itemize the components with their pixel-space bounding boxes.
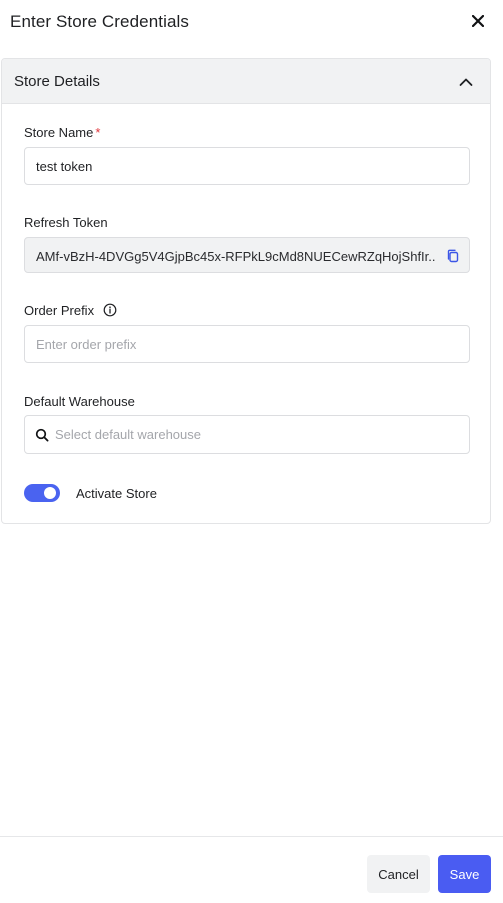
warehouse-search-input[interactable] bbox=[55, 416, 465, 453]
store-details-section: Store Details Store Name* Refresh Token … bbox=[1, 58, 491, 524]
info-icon[interactable] bbox=[103, 303, 117, 317]
store-name-input[interactable] bbox=[24, 147, 470, 185]
default-warehouse-label: Default Warehouse bbox=[24, 394, 135, 409]
refresh-token-value: AMf-vBzH-4DVGg5V4GjpBc45x-RFPkL9cMd8NUEC… bbox=[36, 249, 436, 264]
refresh-token-field: AMf-vBzH-4DVGg5V4GjpBc45x-RFPkL9cMd8NUEC… bbox=[24, 237, 470, 273]
required-marker: * bbox=[95, 125, 101, 140]
save-button[interactable]: Save bbox=[438, 855, 491, 893]
store-details-header[interactable]: Store Details bbox=[2, 59, 490, 104]
footer-divider bbox=[0, 836, 503, 837]
cancel-button[interactable]: Cancel bbox=[367, 855, 430, 893]
order-prefix-label: Order Prefix bbox=[24, 303, 95, 318]
toggle-knob bbox=[44, 487, 56, 499]
store-credentials-drawer: Enter Store Credentials Store Details St… bbox=[0, 0, 503, 903]
activate-store-label: Activate Store bbox=[76, 486, 157, 501]
order-prefix-input[interactable] bbox=[24, 325, 470, 363]
search-icon bbox=[35, 428, 49, 442]
activate-store-toggle[interactable] bbox=[24, 484, 60, 502]
drawer-title: Enter Store Credentials bbox=[10, 12, 189, 31]
store-name-label-text: Store Name bbox=[24, 125, 94, 140]
drawer-header: Enter Store Credentials bbox=[0, 0, 503, 44]
refresh-token-label: Refresh Token bbox=[24, 215, 108, 230]
default-warehouse-select[interactable] bbox=[24, 415, 470, 454]
chevron-up-icon[interactable] bbox=[458, 74, 474, 90]
copy-icon[interactable] bbox=[445, 248, 461, 264]
store-name-label: Store Name * bbox=[24, 125, 100, 140]
close-icon bbox=[472, 15, 484, 27]
close-button[interactable] bbox=[468, 11, 488, 31]
section-title: Store Details bbox=[14, 73, 100, 90]
